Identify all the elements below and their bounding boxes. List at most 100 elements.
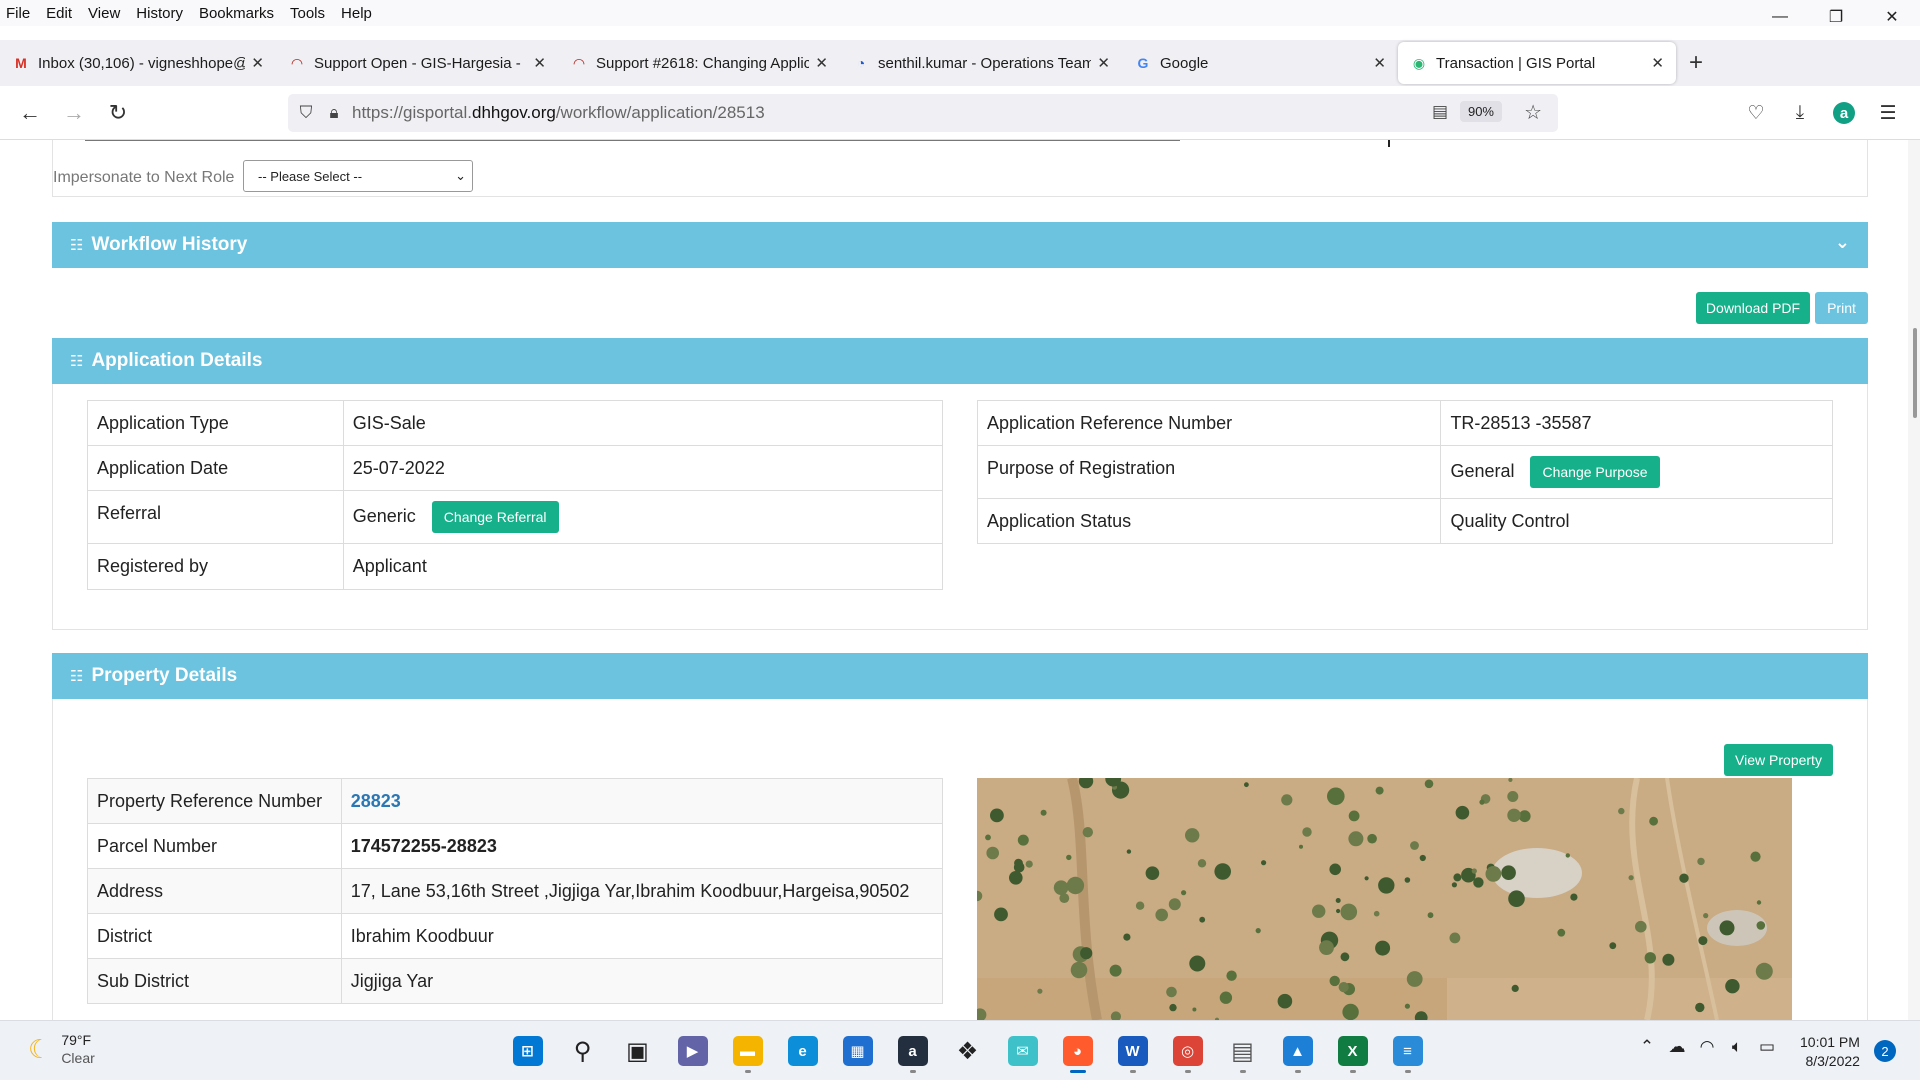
- application-details-header[interactable]: ☷ Application Details: [52, 338, 1868, 384]
- close-window-icon[interactable]: ✕: [1864, 0, 1920, 34]
- clock[interactable]: 10:01 PM 8/3/2022: [1800, 1033, 1860, 1071]
- new-tab-icon[interactable]: +: [1676, 43, 1716, 83]
- close-tab-icon[interactable]: ✕: [251, 54, 264, 72]
- referral-cell: Generic Change Referral: [342, 490, 944, 544]
- application-details-title: Application Details: [91, 350, 263, 371]
- vegetation-patch: [1508, 890, 1525, 907]
- amazon-icon: a: [897, 1036, 928, 1066]
- taskbar-app[interactable]: ✉: [995, 1029, 1050, 1073]
- page-scrollbar[interactable]: [1908, 140, 1920, 1020]
- battery-icon[interactable]: ▭: [1752, 1037, 1782, 1057]
- taskbar-app[interactable]: X: [1325, 1029, 1380, 1073]
- impersonate-label: Impersonate to Next Role: [53, 169, 235, 186]
- taskbar-app[interactable]: ▬: [720, 1029, 775, 1073]
- taskbar-app[interactable]: ▦: [830, 1029, 885, 1073]
- vegetation-patch: [1261, 860, 1267, 866]
- property-details-header[interactable]: ☷ Property Details: [52, 653, 1868, 699]
- taskbar-app[interactable]: a: [885, 1029, 940, 1073]
- close-tab-icon[interactable]: ✕: [1373, 54, 1386, 72]
- hamburger-menu-icon[interactable]: ☰: [1866, 93, 1910, 133]
- reader-view-icon[interactable]: ▤: [1432, 102, 1448, 122]
- vegetation-patch: [1695, 1002, 1705, 1013]
- lock-icon[interactable]: 🔒︎: [324, 103, 344, 123]
- workflow-history-title: Workflow History: [91, 234, 248, 255]
- menu-edit[interactable]: Edit: [38, 5, 80, 22]
- menu-file[interactable]: File: [0, 5, 38, 22]
- print-button[interactable]: Print: [1815, 292, 1868, 324]
- vegetation-patch: [1219, 991, 1233, 1004]
- notification-badge[interactable]: 2: [1874, 1040, 1896, 1062]
- minimize-icon[interactable]: —: [1752, 0, 1808, 34]
- change-purpose-button[interactable]: Change Purpose: [1530, 456, 1660, 488]
- vegetation-patch: [1197, 859, 1207, 868]
- vegetation-patch: [1609, 942, 1617, 950]
- back-icon[interactable]: ←: [8, 93, 52, 133]
- close-tab-icon[interactable]: ✕: [533, 54, 546, 72]
- menu-tools[interactable]: Tools: [282, 5, 333, 22]
- menu-view[interactable]: View: [80, 5, 128, 22]
- tab-gis-portal[interactable]: ◉ Transaction | GIS Portal ✕: [1398, 42, 1676, 84]
- taskbar-app[interactable]: ≡: [1380, 1029, 1435, 1073]
- tab-google[interactable]: G Google ✕: [1122, 43, 1398, 83]
- menu-history[interactable]: History: [128, 5, 191, 22]
- weather-widget[interactable]: ☾ 79°F Clear: [28, 1031, 95, 1067]
- download-pdf-button[interactable]: Download PDF: [1696, 292, 1810, 324]
- referral-label: Referral: [87, 490, 344, 544]
- scrollbar-thumb[interactable]: [1913, 328, 1917, 418]
- vegetation-patch: [1214, 863, 1231, 880]
- tab-support-2618[interactable]: ◠ Support #2618: Changing Applic ✕: [558, 43, 840, 83]
- onedrive-cloud-icon[interactable]: ☁: [1662, 1037, 1692, 1057]
- view-property-button[interactable]: View Property: [1724, 744, 1833, 776]
- vegetation-patch: [1166, 986, 1177, 998]
- taskbar-app[interactable]: ⚲: [555, 1029, 610, 1073]
- taskbar-app[interactable]: ❖: [940, 1029, 995, 1073]
- vegetation-patch: [1750, 851, 1761, 862]
- taskbar-app[interactable]: ▣: [610, 1029, 665, 1073]
- running-indicator: [1294, 1070, 1301, 1073]
- forward-icon[interactable]: →: [52, 93, 96, 133]
- zoom-level[interactable]: 90%: [1459, 101, 1502, 122]
- bookmark-star-icon[interactable]: ☆: [1524, 100, 1542, 125]
- restore-icon[interactable]: ❐: [1808, 0, 1864, 34]
- chevron-down-icon[interactable]: ⌄: [1835, 232, 1850, 253]
- taskbar-app[interactable]: ◕: [1050, 1029, 1105, 1073]
- url-bar[interactable]: ⛉ 🔒︎ https://gisportal.dhhgov.org/workfl…: [288, 94, 1558, 132]
- property-aerial-image[interactable]: [977, 778, 1792, 1020]
- workflow-history-header[interactable]: ☷ Workflow History ⌄: [52, 222, 1868, 268]
- tab-mattermost[interactable]: ◔ senthil.kumar - Operations Team ✕: [840, 43, 1122, 83]
- shield-icon[interactable]: ⛉: [288, 103, 324, 123]
- close-tab-icon[interactable]: ✕: [815, 54, 828, 72]
- property-reference-link[interactable]: 28823: [351, 791, 401, 811]
- downloads-icon[interactable]: ⤓: [1778, 93, 1822, 133]
- close-tab-icon[interactable]: ✕: [1097, 54, 1110, 72]
- vegetation-patch: [1082, 827, 1093, 838]
- tab-support-open[interactable]: ◠ Support Open - GIS-Hargesia - ✕: [276, 43, 558, 83]
- wifi-icon[interactable]: ◠: [1692, 1037, 1722, 1057]
- taskbar-app[interactable]: ◎: [1160, 1029, 1215, 1073]
- tab-gmail[interactable]: M Inbox (30,106) - vigneshhope@g ✕: [0, 43, 276, 83]
- menu-bookmarks[interactable]: Bookmarks: [191, 5, 282, 22]
- taskbar-app[interactable]: ⊞: [500, 1029, 555, 1073]
- menu-help[interactable]: Help: [333, 5, 380, 22]
- vegetation-patch: [1126, 849, 1132, 854]
- vegetation-patch: [1570, 893, 1578, 901]
- taskbar-app[interactable]: W: [1105, 1029, 1160, 1073]
- change-referral-button[interactable]: Change Referral: [431, 501, 559, 533]
- next-role-select[interactable]: -- Please Select -- ⌄: [243, 160, 473, 192]
- reload-icon[interactable]: ↻: [96, 93, 140, 133]
- running-indicator: [744, 1070, 751, 1073]
- account-icon[interactable]: a: [1822, 93, 1866, 133]
- url-text[interactable]: https://gisportal.dhhgov.org/workflow/ap…: [352, 103, 765, 123]
- pocket-icon[interactable]: ♡: [1734, 93, 1778, 133]
- taskbar-app[interactable]: ▲: [1270, 1029, 1325, 1073]
- address-label: Address: [87, 868, 342, 914]
- next-role-selected: -- Please Select --: [258, 168, 363, 184]
- application-status-value: Quality Control: [1440, 498, 1833, 544]
- chevron-up-icon[interactable]: ⌃: [1632, 1037, 1662, 1057]
- volume-icon[interactable]: 🔈︎: [1722, 1037, 1752, 1057]
- taskbar-app[interactable]: ▶: [665, 1029, 720, 1073]
- taskbar-app[interactable]: e: [775, 1029, 830, 1073]
- taskbar-app[interactable]: ▤: [1215, 1029, 1270, 1073]
- application-date-value: 25-07-2022: [342, 445, 944, 491]
- close-tab-icon[interactable]: ✕: [1651, 54, 1664, 72]
